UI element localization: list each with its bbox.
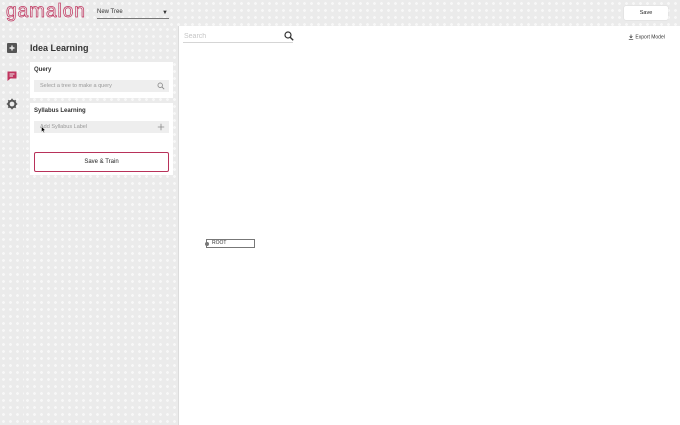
canvas-search [183, 30, 294, 43]
syllabus-card: Syllabus Learning Add Syllabus Label Sav… [30, 103, 173, 175]
syllabus-placeholder: Add Syllabus Label [40, 124, 88, 130]
mouse-cursor-icon [41, 126, 46, 133]
chevron-down-icon: ▼ [162, 10, 168, 16]
query-card: Query Select a tree to make a query [30, 62, 173, 98]
plus-icon[interactable] [157, 123, 165, 131]
query-placeholder: Select a tree to make a query [40, 83, 112, 89]
root-node-label: ROOT [212, 240, 227, 246]
syllabus-input[interactable]: Add Syllabus Label [34, 121, 169, 133]
gear-icon[interactable] [6, 98, 18, 110]
node-handle-icon[interactable] [205, 242, 209, 246]
add-box-icon[interactable] [6, 42, 18, 54]
search-input[interactable] [184, 31, 279, 42]
export-model-button[interactable]: Export Model [628, 34, 665, 40]
query-label: Query [34, 67, 52, 73]
root-node[interactable]: ROOT [205, 239, 255, 248]
export-model-label: Export Model [635, 34, 665, 41]
syllabus-label: Syllabus Learning [34, 108, 86, 114]
save-train-button[interactable]: Save & Train [34, 152, 169, 172]
search-icon[interactable] [284, 31, 294, 41]
tree-select-value: New Tree [97, 9, 123, 15]
gamalon-logo: gamalon [6, 1, 86, 23]
top-bar: gamalon New Tree ▼ Save [0, 0, 680, 26]
idea-learning-icon[interactable] [6, 70, 18, 82]
tree-select[interactable]: New Tree ▼ [97, 7, 169, 19]
panel-title: Idea Learning [30, 43, 89, 53]
search-icon[interactable] [157, 82, 165, 90]
left-rail [0, 26, 24, 425]
save-button[interactable]: Save [624, 6, 668, 20]
query-input[interactable]: Select a tree to make a query [34, 80, 169, 92]
download-icon [628, 34, 634, 40]
